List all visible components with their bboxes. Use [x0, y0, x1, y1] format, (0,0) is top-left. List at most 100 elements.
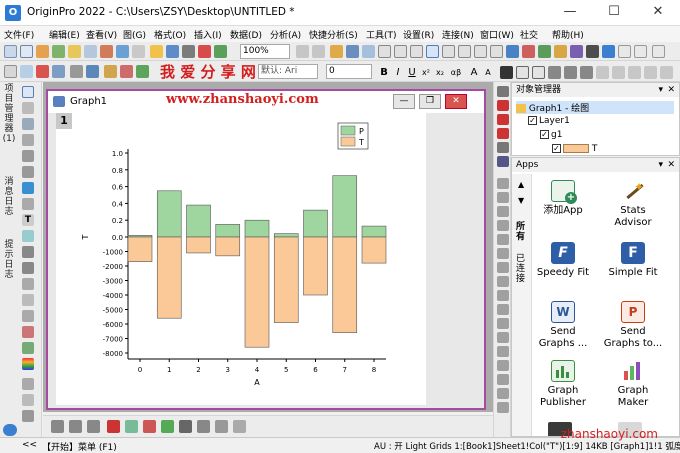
info-icon[interactable]: [497, 206, 509, 217]
resize-icon[interactable]: [497, 388, 509, 399]
menu-insert[interactable]: 插入(I): [194, 28, 222, 41]
message-log-icon[interactable]: [474, 45, 487, 58]
column-y-icon[interactable]: [20, 65, 33, 78]
zoom-out-icon[interactable]: [312, 45, 325, 58]
label-icon[interactable]: [70, 65, 83, 78]
extract-icon[interactable]: [497, 262, 509, 273]
menu-edit[interactable]: 编辑(E): [49, 28, 80, 41]
code-builder-icon[interactable]: [426, 45, 439, 58]
new-workbook-icon[interactable]: [20, 45, 33, 58]
zoom-in-icon[interactable]: [296, 45, 309, 58]
arrange-icon[interactable]: [497, 248, 509, 259]
decrease-font-button[interactable]: A: [482, 66, 494, 79]
greek-button[interactable]: αβ: [450, 66, 462, 79]
line-plot-icon[interactable]: [51, 420, 64, 433]
graph-window[interactable]: Graph1 www.zhanshaoyi.com — ❐ ✕ 1 1.0 0.8…: [46, 89, 486, 410]
line-color-icon[interactable]: [516, 66, 529, 79]
new-window-icon[interactable]: [506, 45, 519, 58]
pin-icon[interactable]: ▾: [658, 83, 663, 97]
app-send-graphs-word[interactable]: W Send Graphs ...: [532, 301, 594, 350]
tree-item-graph1[interactable]: Graph1 - 绘图: [516, 101, 674, 114]
app-simple-fit[interactable]: F Simple Fit: [602, 242, 664, 279]
add-right-axis-icon[interactable]: [497, 128, 509, 139]
layer-manage-icon[interactable]: [602, 45, 615, 58]
menu-view[interactable]: 查看(V): [86, 28, 117, 41]
mask-icon[interactable]: [22, 198, 34, 210]
zoom-tool-icon[interactable]: [22, 102, 34, 114]
front-icon[interactable]: [644, 66, 657, 79]
error-bar-icon[interactable]: [52, 65, 65, 78]
tab-connected-apps[interactable]: 已连接: [516, 254, 528, 284]
app-speedy-fit[interactable]: F Speedy Fit: [532, 242, 594, 279]
results-log-icon[interactable]: [394, 45, 407, 58]
close-all-icon[interactable]: [522, 45, 535, 58]
find-icon[interactable]: [618, 45, 631, 58]
subscript-button[interactable]: x₂: [434, 66, 446, 79]
page-icon[interactable]: [497, 220, 509, 231]
font-color-icon[interactable]: [500, 66, 513, 79]
new-project-icon[interactable]: [4, 45, 17, 58]
back-icon[interactable]: [660, 66, 673, 79]
annotation-icon[interactable]: [22, 230, 34, 242]
circle-icon[interactable]: [22, 378, 34, 390]
add-layer-icon[interactable]: [497, 100, 509, 111]
ppt-export-icon[interactable]: [554, 45, 567, 58]
fit-page-icon[interactable]: [497, 374, 509, 385]
scatter-plot-icon[interactable]: [69, 420, 82, 433]
swap-icon[interactable]: [497, 276, 509, 287]
align-layer-icon[interactable]: [497, 304, 509, 315]
insert-table-icon[interactable]: [22, 342, 34, 354]
options-icon[interactable]: [634, 45, 647, 58]
area-plot-icon[interactable]: [125, 420, 138, 433]
zoom-combo[interactable]: 100%: [240, 44, 290, 59]
data-selector-icon[interactable]: [22, 182, 34, 194]
menu-format[interactable]: 格式(O): [154, 28, 186, 41]
rescale-icon[interactable]: [497, 142, 509, 153]
line-tool-icon[interactable]: [22, 262, 34, 274]
insert-graph-icon[interactable]: [22, 326, 34, 338]
statistics-plot-icon[interactable]: [179, 420, 192, 433]
object-manager-icon[interactable]: [442, 45, 455, 58]
italic-button[interactable]: I: [392, 66, 404, 79]
app-add-app[interactable]: + 添加App: [532, 180, 594, 217]
scroll-icon[interactable]: [22, 134, 34, 146]
column-x-icon[interactable]: [4, 65, 17, 78]
export-icon[interactable]: [497, 402, 509, 413]
tab-project-manager[interactable]: 项目管理器 (1): [2, 84, 16, 144]
copy-page-icon[interactable]: [586, 45, 599, 58]
new-function-icon[interactable]: [100, 45, 113, 58]
data-connector-icon[interactable]: [538, 45, 551, 58]
tab-all-apps[interactable]: 所有: [516, 222, 528, 242]
command-window-icon[interactable]: [410, 45, 423, 58]
pan-icon[interactable]: [22, 310, 34, 322]
pointer-icon[interactable]: [22, 86, 34, 98]
app-send-graphs-ppt[interactable]: P Send Graphs to...: [602, 301, 664, 350]
new-folder-icon[interactable]: [132, 45, 145, 58]
maximize-button[interactable]: ☐: [592, 0, 636, 26]
arrow-icon[interactable]: [22, 246, 34, 258]
graph-restore-button[interactable]: ❐: [419, 94, 441, 109]
menu-help[interactable]: 帮助(H): [552, 28, 584, 41]
menu-tools[interactable]: 工具(T): [366, 28, 397, 41]
app-graph-publisher[interactable]: Graph Publisher: [532, 360, 594, 409]
disregard-icon[interactable]: [86, 65, 99, 78]
minimize-button[interactable]: —: [548, 0, 592, 26]
checkbox-icon[interactable]: ✓: [540, 130, 549, 139]
tab-hint-log[interactable]: 提示日志: [2, 240, 16, 280]
app-stats-advisor[interactable]: ✦ Stats Advisor: [602, 180, 664, 229]
line-style-icon[interactable]: [564, 66, 577, 79]
apps-pin-icon[interactable]: ▾: [658, 158, 663, 172]
group-icon[interactable]: [628, 66, 641, 79]
font-size-combo[interactable]: 0: [326, 64, 372, 79]
smart-hint-icon[interactable]: [490, 45, 503, 58]
sort-icon[interactable]: [136, 65, 149, 78]
3d-plot-icon[interactable]: [161, 420, 174, 433]
search-icon[interactable]: [3, 424, 17, 436]
graph-minimize-button[interactable]: —: [393, 94, 415, 109]
unlock-icon[interactable]: [497, 360, 509, 371]
line-symbol-icon[interactable]: [87, 420, 100, 433]
timestamp-icon[interactable]: [497, 178, 509, 189]
learning-center-icon[interactable]: [570, 45, 583, 58]
screen-reader-icon[interactable]: [22, 150, 34, 162]
set-column-icon[interactable]: [120, 65, 133, 78]
